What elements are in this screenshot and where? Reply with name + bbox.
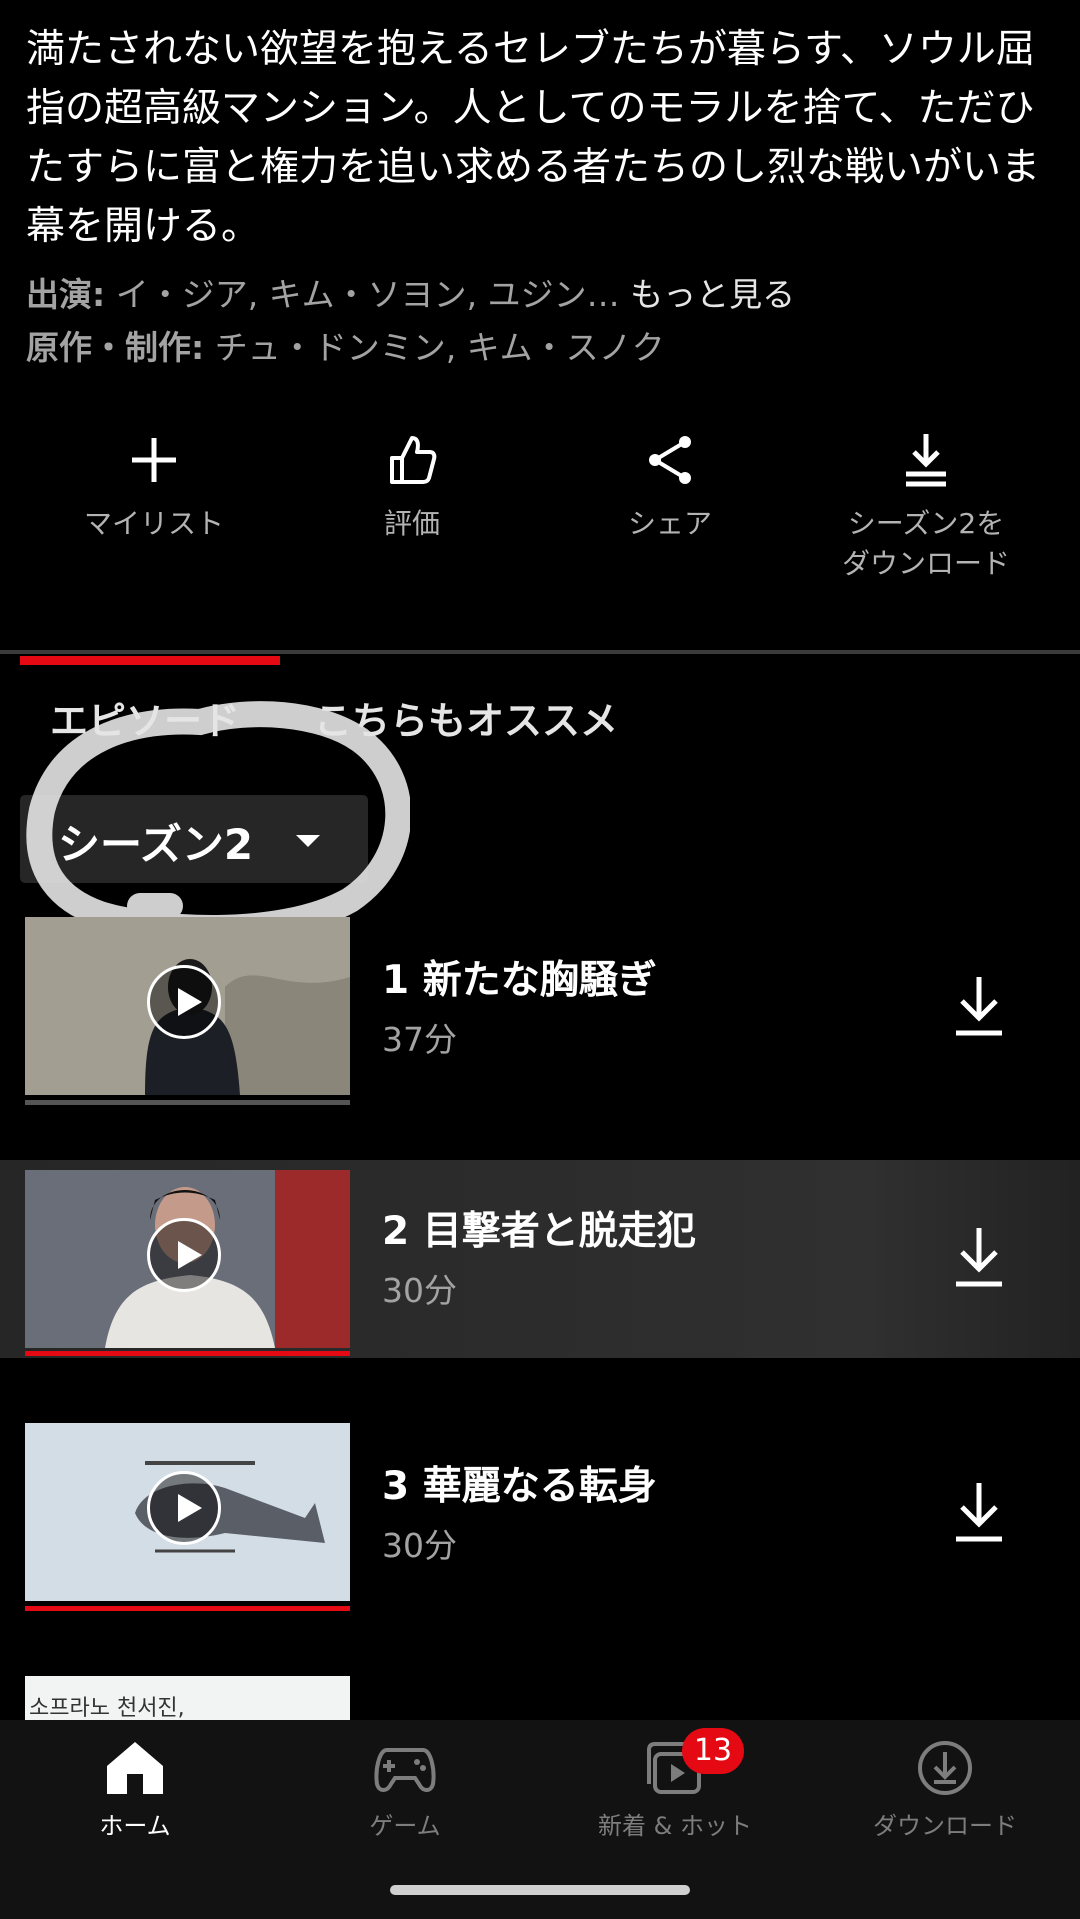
download-season-button[interactable]: シーズン2を ダウンロード [796,430,1056,584]
episode-row-3[interactable]: 3 華麗なる転身 30分 [0,1413,1080,1623]
home-icon [107,1742,163,1794]
episode-title-2: 2 目撃者と脱走犯 [382,1209,696,1254]
episode-duration-2: 30分 [382,1271,457,1310]
my-list-button[interactable]: マイリスト [24,430,284,544]
cast-line: 出演: イ・ジア, キム・ソヨン, ユジン… もっと見る [26,268,795,316]
active-tab-indicator [20,656,280,665]
download-season-icon [906,434,946,487]
episode-duration-3: 30分 [382,1526,457,1565]
play-icon[interactable] [147,1471,221,1545]
synopsis: 満たされない欲望を抱えるセレブたちが暮らす、ソウル屈指の超高級マンション。人とし… [26,27,1041,249]
home-indicator[interactable] [390,1885,690,1895]
creators-line: 原作・制作: チュ・ドンミン, キム・スノク [26,321,665,369]
episode-progress-3 [25,1606,350,1611]
tab-divider [0,650,1080,654]
play-icon[interactable] [147,1218,221,1292]
thumbs-up-icon [390,436,437,484]
episode-thumbnail-3[interactable] [25,1423,350,1601]
cast-names: イ・ジア, キム・ソヨン, ユジン… [105,275,620,314]
share-label: シェア [627,507,712,540]
notification-badge: 13 [682,1728,744,1774]
download-season-label-line2: ダウンロード [841,547,1010,580]
download-season-label: シーズン2を ダウンロード [796,504,1056,584]
episode-duration-1: 37分 [382,1020,457,1059]
share-button[interactable]: シェア [540,430,800,544]
nav-home[interactable]: ホーム [0,1740,270,1841]
creators-label: 原作・制作: [26,328,205,367]
download-icon[interactable] [952,1226,1006,1290]
share-icon [649,436,691,484]
episode-thumbnail-2[interactable] [25,1170,350,1348]
download-icon[interactable] [952,975,1006,1039]
episode-thumbnail-1[interactable] [25,917,350,1095]
nav-home-label: ホーム [99,1812,171,1840]
download-circle-icon [918,1741,972,1795]
episode-thumbnail-4[interactable]: 소프라노 천서진, [25,1676,350,1720]
episode-title-3: 3 華麗なる転身 [382,1464,657,1509]
nav-new-hot[interactable]: 新着 & ホット [540,1740,810,1841]
nav-downloads[interactable]: ダウンロード [810,1740,1080,1841]
episode-progress-2 [25,1351,350,1356]
play-icon[interactable] [147,965,221,1039]
episode-4-thumb-text: 소프라노 천서진, [29,1696,185,1720]
nav-downloads-label: ダウンロード [873,1812,1017,1840]
download-icon[interactable] [952,1481,1006,1545]
nav-games[interactable]: ゲーム [270,1740,540,1841]
episode-title-1: 1 新たな胸騒ぎ [382,958,657,1003]
cast-label: 出演: [26,275,106,314]
action-bar: マイリスト 評価 シェア シーズン2を ダウンロード [0,430,1080,600]
rate-label: 評価 [383,507,440,540]
plus-icon [132,438,176,482]
download-season-label-line1: シーズン2を [847,507,1005,540]
episode-progress-1 [25,1100,350,1105]
nav-new-hot-label: 新着 & ホット [598,1812,752,1840]
cast-more-link[interactable]: もっと見る [620,275,795,314]
gamepad-icon [374,1748,436,1792]
creators-names: チュ・ドンミン, キム・スノク [204,328,665,367]
episode-row-2[interactable]: 2 目撃者と脱走犯 30分 [0,1160,1080,1358]
nav-games-label: ゲーム [369,1812,441,1840]
rate-button[interactable]: 評価 [282,430,542,544]
my-list-label: マイリスト [83,507,224,540]
episode-row-1[interactable]: 1 新たな胸騒ぎ 37分 [0,905,1080,1115]
